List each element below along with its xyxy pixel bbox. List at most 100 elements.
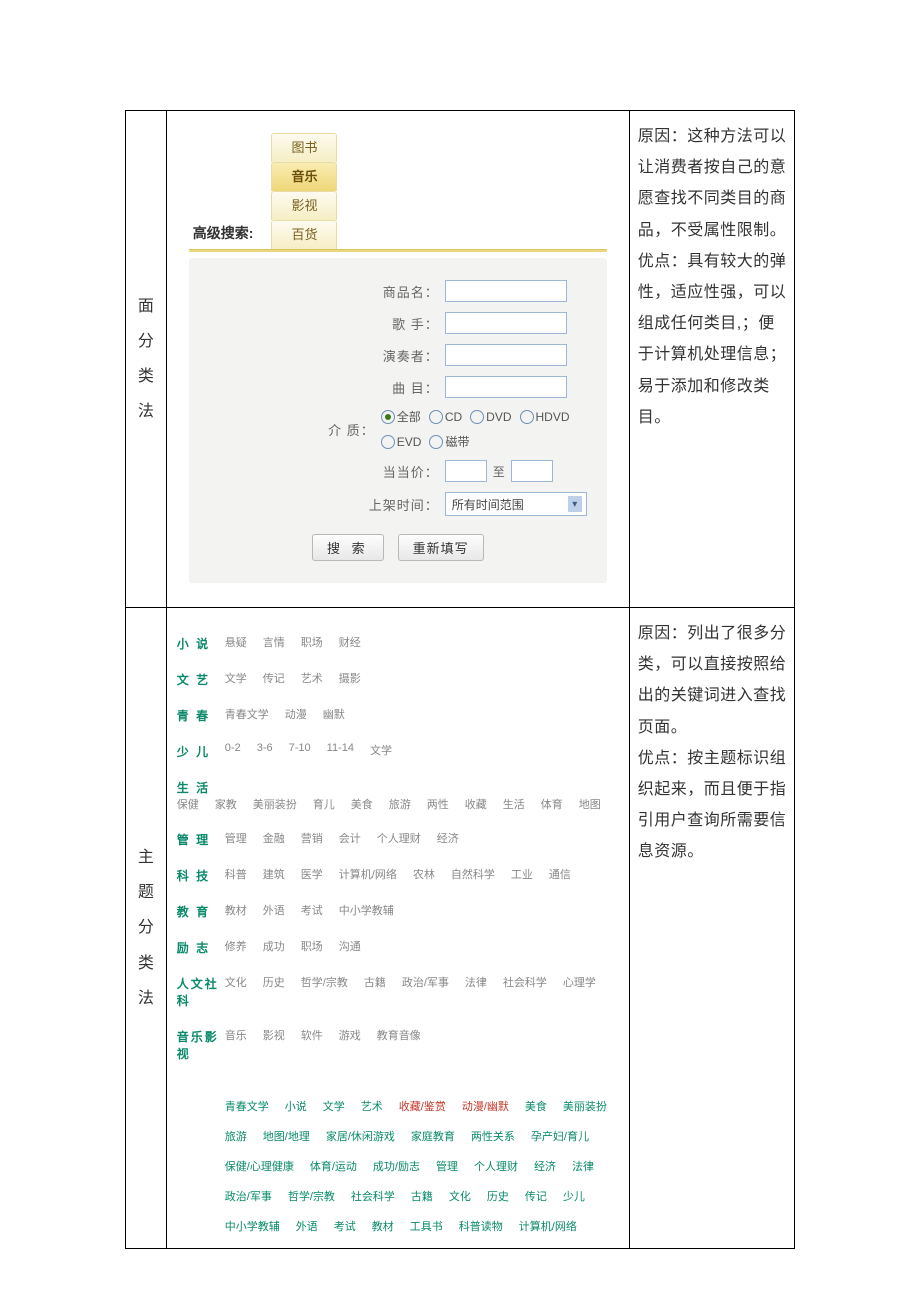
radio-media-DVD[interactable]: DVD: [470, 410, 511, 424]
tag-link[interactable]: 动漫/幽默: [462, 1098, 509, 1114]
tag-link[interactable]: 成功/励志: [373, 1158, 420, 1174]
tab-音乐[interactable]: 音乐: [271, 162, 337, 191]
category-item[interactable]: 音乐: [225, 1027, 247, 1043]
category-item[interactable]: 地图: [579, 796, 601, 812]
tag-link[interactable]: 两性关系: [471, 1128, 515, 1144]
tag-link[interactable]: 传记: [525, 1188, 547, 1204]
tag-link[interactable]: 小说: [285, 1098, 307, 1114]
tag-link[interactable]: 旅游: [225, 1128, 247, 1144]
category-item[interactable]: 体育: [541, 796, 563, 812]
category-item[interactable]: 育儿: [313, 796, 335, 812]
tag-link[interactable]: 文化: [449, 1188, 471, 1204]
category-item[interactable]: 建筑: [263, 866, 285, 882]
category-item[interactable]: 悬疑: [225, 634, 247, 650]
category-head[interactable]: 人文社科: [177, 974, 225, 1009]
radio-media-全部[interactable]: 全部: [381, 408, 421, 425]
tag-link[interactable]: 科普读物: [459, 1218, 503, 1234]
category-item[interactable]: 两性: [427, 796, 449, 812]
tag-link[interactable]: 考试: [334, 1218, 356, 1234]
category-item[interactable]: 7-10: [289, 742, 311, 758]
input-track[interactable]: [445, 376, 567, 398]
category-item[interactable]: 教材: [225, 902, 247, 918]
tag-link[interactable]: 外语: [296, 1218, 318, 1234]
category-item[interactable]: 美丽装扮: [253, 796, 297, 812]
tag-link[interactable]: 美食: [525, 1098, 547, 1114]
category-item[interactable]: 管理: [225, 830, 247, 846]
input-player[interactable]: [445, 344, 567, 366]
tag-link[interactable]: 家庭教育: [411, 1128, 455, 1144]
category-item[interactable]: 科普: [225, 866, 247, 882]
category-item[interactable]: 传记: [263, 670, 285, 686]
category-item[interactable]: 11-14: [327, 742, 354, 758]
category-item[interactable]: 政治/军事: [402, 974, 449, 990]
tag-link[interactable]: 艺术: [361, 1098, 383, 1114]
category-head[interactable]: 励 志: [177, 938, 225, 956]
tag-link[interactable]: 个人理财: [474, 1158, 518, 1174]
category-head[interactable]: 少 儿: [177, 742, 225, 760]
category-item[interactable]: 职场: [301, 634, 323, 650]
tag-link[interactable]: 经济: [534, 1158, 556, 1174]
tag-link[interactable]: 计算机/网络: [519, 1218, 577, 1234]
category-item[interactable]: 美食: [351, 796, 373, 812]
tag-link[interactable]: 中小学教辅: [225, 1218, 280, 1234]
category-item[interactable]: 沟通: [339, 938, 361, 954]
category-item[interactable]: 游戏: [339, 1027, 361, 1043]
tag-link[interactable]: 古籍: [411, 1188, 433, 1204]
category-item[interactable]: 古籍: [364, 974, 386, 990]
category-item[interactable]: 职场: [301, 938, 323, 954]
category-item[interactable]: 农林: [413, 866, 435, 882]
category-item[interactable]: 旅游: [389, 796, 411, 812]
category-item[interactable]: 成功: [263, 938, 285, 954]
category-item[interactable]: 心理学: [563, 974, 596, 990]
tab-影视[interactable]: 影视: [271, 191, 337, 220]
category-item[interactable]: 修养: [225, 938, 247, 954]
tag-link[interactable]: 少儿: [563, 1188, 585, 1204]
category-item[interactable]: 摄影: [339, 670, 361, 686]
tag-link[interactable]: 工具书: [410, 1218, 443, 1234]
category-head[interactable]: 音乐影视: [177, 1027, 225, 1062]
category-item[interactable]: 生活: [503, 796, 525, 812]
category-item[interactable]: 影视: [263, 1027, 285, 1043]
input-singer[interactable]: [445, 312, 567, 334]
tag-link[interactable]: 文学: [323, 1098, 345, 1114]
category-item[interactable]: 通信: [549, 866, 571, 882]
tag-link[interactable]: 政治/军事: [225, 1188, 272, 1204]
input-product[interactable]: [445, 280, 567, 302]
tag-link[interactable]: 管理: [436, 1158, 458, 1174]
category-item[interactable]: 医学: [301, 866, 323, 882]
tag-link[interactable]: 孕产妇/育儿: [531, 1128, 589, 1144]
category-item[interactable]: 家教: [215, 796, 237, 812]
category-item[interactable]: 外语: [263, 902, 285, 918]
category-item[interactable]: 收藏: [465, 796, 487, 812]
category-item[interactable]: 保健: [177, 796, 199, 812]
radio-media-HDVD[interactable]: HDVD: [520, 410, 570, 424]
category-item[interactable]: 青春文学: [225, 706, 269, 722]
input-price-to[interactable]: [511, 460, 553, 482]
category-item[interactable]: 幽默: [323, 706, 345, 722]
category-head[interactable]: 管 理: [177, 830, 225, 848]
category-item[interactable]: 0-2: [225, 742, 241, 758]
tag-link[interactable]: 社会科学: [351, 1188, 395, 1204]
category-head[interactable]: 生 活: [177, 778, 225, 796]
category-item[interactable]: 会计: [339, 830, 361, 846]
tag-link[interactable]: 历史: [487, 1188, 509, 1204]
category-item[interactable]: 软件: [301, 1027, 323, 1043]
category-item[interactable]: 自然科学: [451, 866, 495, 882]
tag-link[interactable]: 青春文学: [225, 1098, 269, 1114]
search-button[interactable]: 搜 索: [312, 534, 384, 561]
tag-link[interactable]: 地图/地理: [263, 1128, 310, 1144]
radio-media-磁带[interactable]: 磁带: [429, 433, 469, 450]
category-item[interactable]: 计算机/网络: [339, 866, 397, 882]
category-item[interactable]: 教育音像: [377, 1027, 421, 1043]
select-time[interactable]: 所有时间范围 ▾: [445, 492, 587, 516]
category-item[interactable]: 工业: [511, 866, 533, 882]
category-item[interactable]: 哲学/宗教: [301, 974, 348, 990]
tag-link[interactable]: 哲学/宗教: [288, 1188, 335, 1204]
category-item[interactable]: 个人理财: [377, 830, 421, 846]
category-item[interactable]: 营销: [301, 830, 323, 846]
tag-link[interactable]: 家居/休闲游戏: [326, 1128, 395, 1144]
category-item[interactable]: 文学: [225, 670, 247, 686]
radio-media-CD[interactable]: CD: [429, 410, 462, 424]
category-item[interactable]: 中小学教辅: [339, 902, 394, 918]
radio-media-EVD[interactable]: EVD: [381, 435, 422, 449]
